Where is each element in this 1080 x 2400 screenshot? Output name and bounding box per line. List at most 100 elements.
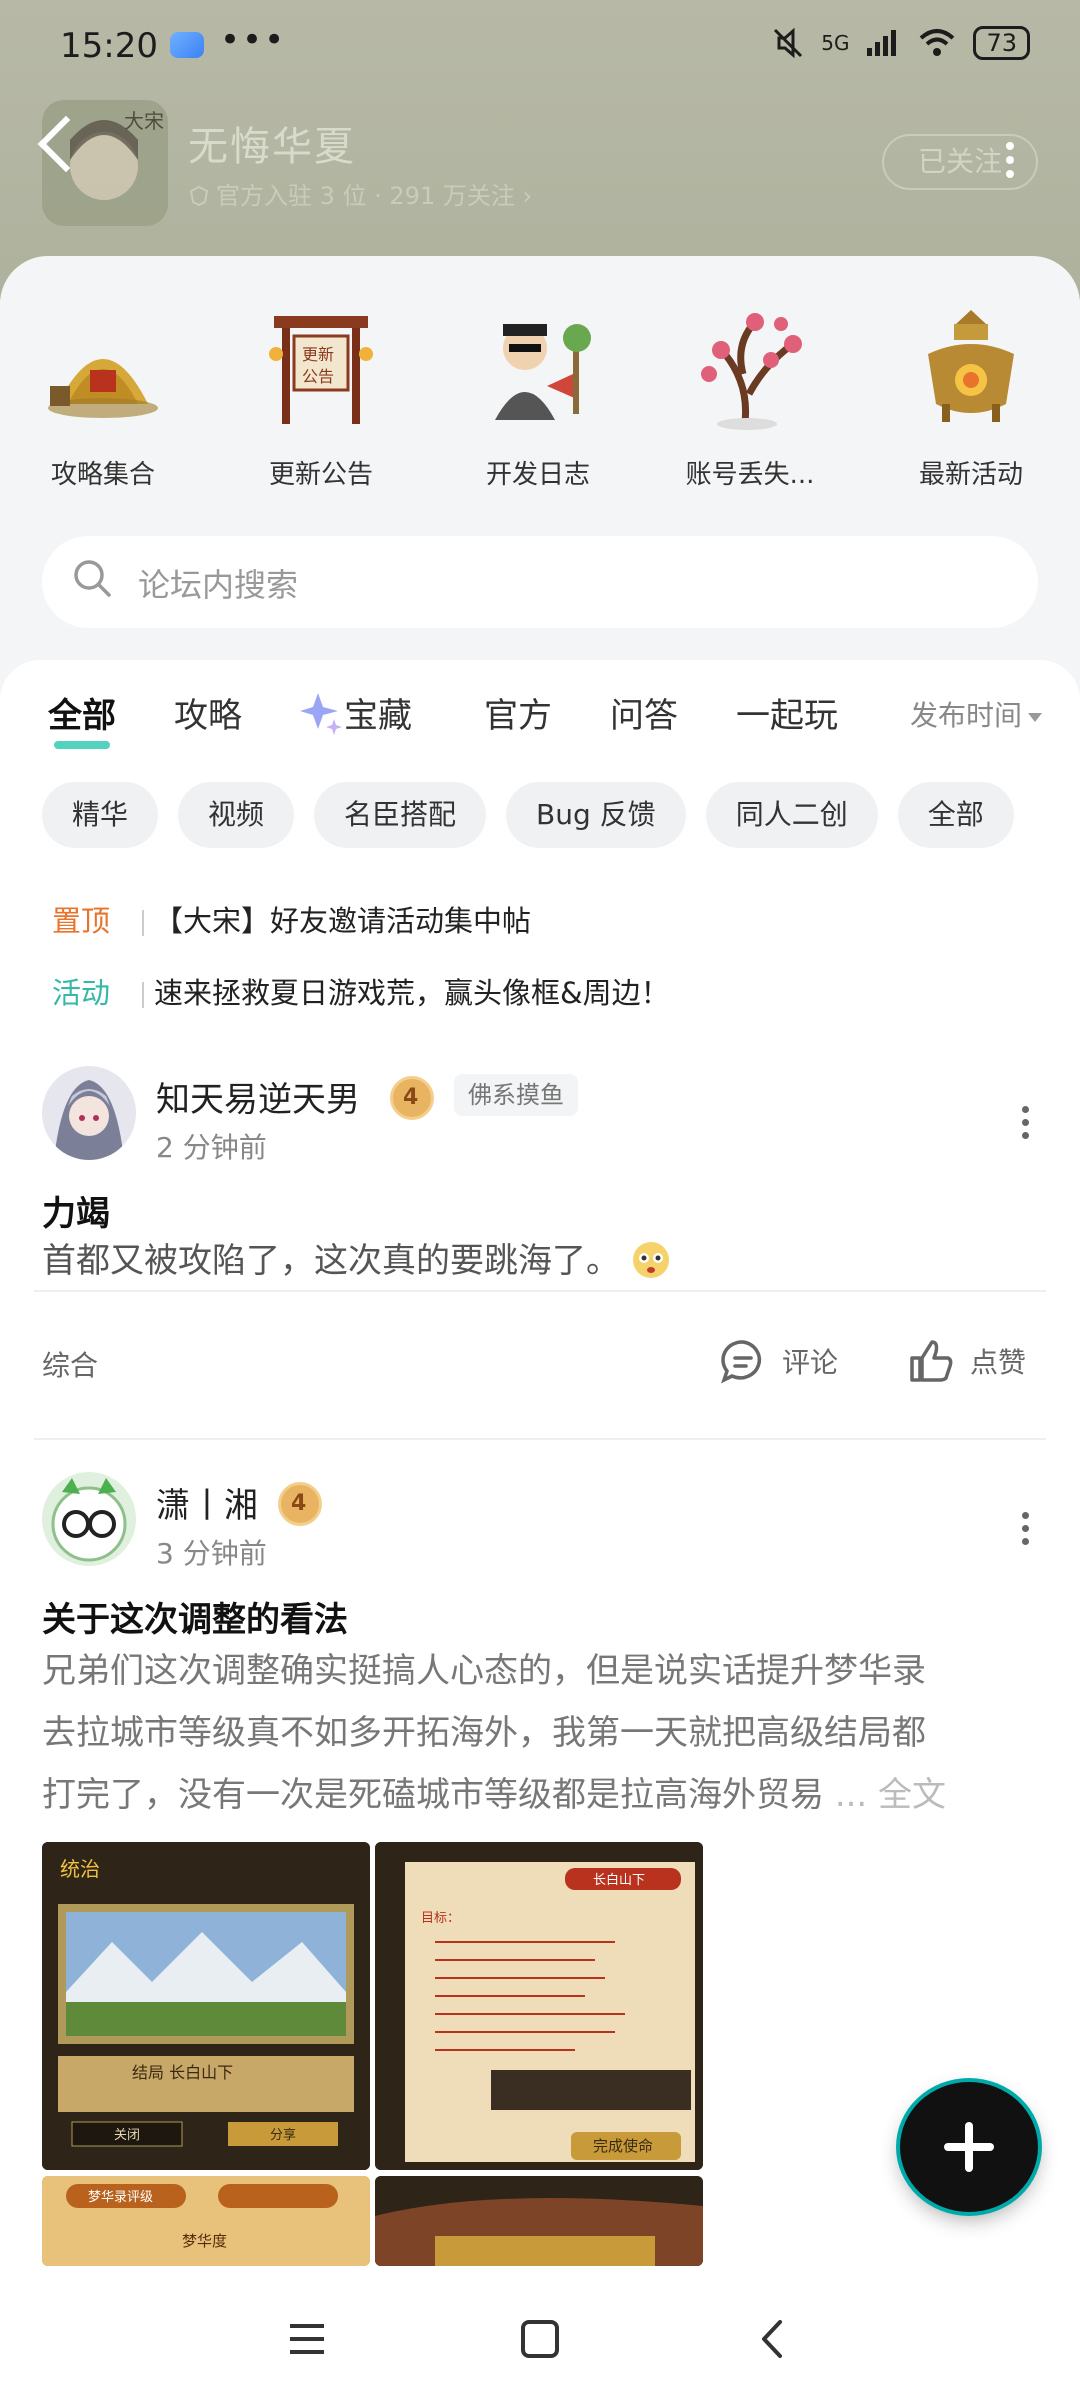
category-item-devlog[interactable]: 开发日志: [453, 304, 623, 491]
level-badge-icon: 4: [278, 1482, 322, 1526]
signal-icon: [867, 30, 897, 56]
chip-bug-report[interactable]: Bug 反馈: [506, 782, 686, 848]
post-category[interactable]: 综合: [42, 1344, 98, 1384]
svg-text:长白山下: 长白山下: [593, 1872, 645, 1888]
post-more-icon[interactable]: [1022, 1512, 1030, 1551]
wifi-icon: [920, 29, 955, 56]
post-title: 关于这次调整的看法: [42, 1600, 348, 1640]
svg-text:公告: 公告: [302, 367, 334, 386]
search-icon: [74, 560, 111, 597]
tab-guides[interactable]: 攻略: [174, 688, 242, 737]
menu-icon[interactable]: [282, 2314, 332, 2364]
svg-text:关闭: 关闭: [114, 2128, 140, 2143]
post-image[interactable]: 统治 结局 长白山下 关闭 分享: [42, 1842, 370, 2170]
category-row: 攻略集合 更新 公告 更新公告 开发日志 账号丢失... 最新活动: [0, 304, 1080, 557]
emoji-icon: [631, 1238, 671, 1278]
pinned-text: 【大宋】好友邀请活动集中帖: [154, 904, 532, 938]
post-time: 2 分钟前: [156, 1131, 267, 1164]
category-item-notice[interactable]: 更新 公告 更新公告: [236, 304, 406, 491]
more-options-icon[interactable]: [1006, 142, 1014, 178]
post-image[interactable]: 长白山下 目标： 完成使命: [375, 1842, 703, 2170]
read-more-link[interactable]: ... 全文: [835, 1775, 946, 1815]
back-nav-icon[interactable]: [748, 2314, 798, 2364]
post-time: 3 分钟前: [156, 1537, 267, 1570]
chip-featured[interactable]: 精华: [42, 782, 159, 848]
haystack-icon: [38, 304, 168, 434]
like-button[interactable]: 点赞: [906, 1336, 1026, 1386]
category-item-account[interactable]: 账号丢失...: [665, 304, 835, 491]
activity-text: 速来拯救夏日游戏荒，赢头像框&周边！: [154, 976, 670, 1010]
svg-text:梦华录评级: 梦华录评级: [88, 2190, 153, 2205]
avatar[interactable]: [42, 1472, 136, 1566]
svg-text:分享: 分享: [270, 2127, 296, 2143]
category-label: 更新公告: [268, 460, 373, 490]
tab-official[interactable]: 官方: [484, 688, 552, 737]
svg-text:完成使命: 完成使命: [593, 2137, 653, 2155]
level-badge-icon: 4: [390, 1076, 434, 1120]
pinned-tag: 置顶: [52, 904, 111, 938]
weather-icon: [170, 32, 204, 58]
category-item-strategy[interactable]: 攻略集合: [18, 304, 188, 491]
svg-text:结局 长白山下: 结局 长白山下: [132, 2063, 233, 2082]
chip-fan-creation[interactable]: 同人二创: [705, 782, 878, 848]
divider: [34, 1438, 1046, 1440]
search-placeholder: 论坛内搜索: [138, 566, 299, 604]
forum-panel: 攻略集合 更新 公告 更新公告 开发日志 账号丢失... 最新活动 论坛内搜索 …: [0, 256, 1080, 2280]
author-name[interactable]: 潇丨湘: [156, 1478, 258, 1527]
comment-button[interactable]: 评论: [718, 1336, 838, 1386]
forum-subtitle[interactable]: 官方入驻 3 位 · 291 万关注 ›: [188, 176, 532, 211]
post-title: 力竭: [42, 1194, 110, 1234]
post-more-icon[interactable]: [1022, 1106, 1030, 1145]
filter-chips: 精华 视频 名臣搭配 Bug 反馈 同人二创 全部: [42, 782, 1014, 848]
pinned-notice[interactable]: 置顶 【大宋】好友邀请活动集中帖: [52, 898, 531, 940]
svg-text:统治: 统治: [60, 1857, 100, 1881]
tab-play-together[interactable]: 一起玩: [736, 688, 838, 737]
mute-icon: [774, 27, 803, 59]
category-label: 攻略集合: [50, 460, 155, 490]
activity-tag: 活动: [52, 976, 111, 1010]
create-post-button[interactable]: [900, 2082, 1038, 2212]
sparkle-icon: [298, 689, 344, 735]
svg-text:更新: 更新: [302, 345, 334, 364]
author-name[interactable]: 知天易逆天男: [156, 1072, 360, 1121]
verified-icon: [188, 185, 210, 207]
follow-button[interactable]: 已关注: [882, 134, 1038, 190]
home-icon[interactable]: [515, 2314, 565, 2364]
chip-video[interactable]: 视频: [178, 782, 295, 848]
category-label: 最新活动: [918, 460, 1023, 490]
status-bar: 15:20 ••• 5G 73: [0, 20, 1080, 72]
caret-down-icon: [1028, 712, 1042, 722]
comment-icon: [721, 1340, 762, 1384]
category-item-events[interactable]: 最新活动: [886, 304, 1056, 491]
battery-indicator: 73: [973, 26, 1030, 60]
notice-board-icon: 更新 公告: [256, 304, 386, 434]
tab-qa[interactable]: 问答: [610, 688, 678, 737]
forum-search-bar[interactable]: 论坛内搜索: [42, 536, 1038, 628]
network-type: 5G: [821, 31, 850, 55]
chip-minister-combo[interactable]: 名臣搭配: [314, 782, 487, 848]
status-time: 15:20: [60, 26, 158, 66]
chip-all[interactable]: 全部: [897, 782, 1014, 848]
user-title-badge: 佛系摸鱼: [454, 1074, 578, 1116]
system-nav-bar: [0, 2270, 1080, 2400]
status-right: 5G 73: [771, 26, 1030, 60]
forum-title: 无悔华夏: [188, 124, 356, 170]
plum-blossom-icon: [685, 304, 815, 434]
svg-text:目标：: 目标：: [421, 1911, 460, 1926]
tab-treasure[interactable]: 宝藏: [298, 688, 412, 737]
forum-header: 15:20 ••• 5G 73 大宋 无悔华夏 官方入驻 3 位 · 291 万…: [0, 0, 1080, 300]
activity-notice[interactable]: 活动 速来拯救夏日游戏荒，赢头像框&周边！: [52, 970, 670, 1012]
post-footer: 综合 评论 点赞: [42, 1336, 1038, 1386]
post-image[interactable]: 梦华录评级 梦华度: [42, 2176, 370, 2266]
notification-dots: •••: [220, 20, 287, 60]
post-body: 兄弟们这次调整确实挺搞人心态的，但是说实话提升梦华录 去拉城市等级真不如多开拓海…: [42, 1651, 947, 1815]
developer-icon: [473, 304, 603, 434]
svg-text:梦华度: 梦华度: [182, 2232, 227, 2250]
category-label: 账号丢失...: [685, 460, 815, 490]
post-image[interactable]: [375, 2176, 703, 2266]
sort-dropdown[interactable]: 发布时间: [910, 694, 1042, 734]
feed-tabs: 全部 攻略 宝藏 官方 问答 一起玩 发布时间: [0, 688, 1080, 749]
post-body: 首都又被攻陷了，这次真的要跳海了。: [42, 1230, 1042, 1292]
avatar[interactable]: [42, 1066, 136, 1160]
tab-all[interactable]: 全部: [48, 688, 116, 749]
